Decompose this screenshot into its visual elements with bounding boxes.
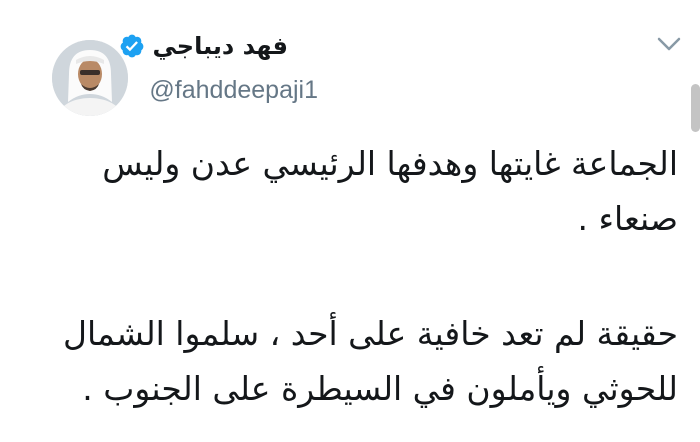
tweet-text-line: حقيقة لم تعد خافية على أحد ، سلموا الشما… bbox=[63, 314, 678, 353]
chevron-down-icon[interactable] bbox=[656, 34, 682, 54]
author-display-name: فهد ديباجي bbox=[152, 32, 289, 60]
scrollbar-thumb[interactable] bbox=[691, 84, 700, 132]
tweet-text-line: الجماعة غايتها وهدفها الرئيسي عدن وليس bbox=[102, 144, 678, 183]
tweet-text-line: للحوثي ويأملون في السيطرة على الجنوب . bbox=[82, 369, 678, 408]
author-name-row[interactable]: فهد ديباجي bbox=[119, 28, 289, 64]
tweet-text-line: صنعاء . bbox=[577, 199, 678, 238]
tweet-text: الجماعة غايتها وهدفها الرئيسي عدن وليس ص… bbox=[60, 136, 678, 416]
author-handle[interactable]: @fahddeepaji1 bbox=[149, 76, 318, 105]
tweet-card: فهد ديباجي @fahddeepaji1 الجماعة غايتها … bbox=[0, 0, 700, 442]
author-avatar[interactable] bbox=[52, 40, 128, 116]
verified-badge-icon bbox=[120, 34, 143, 58]
profile-photo-icon bbox=[52, 40, 128, 116]
